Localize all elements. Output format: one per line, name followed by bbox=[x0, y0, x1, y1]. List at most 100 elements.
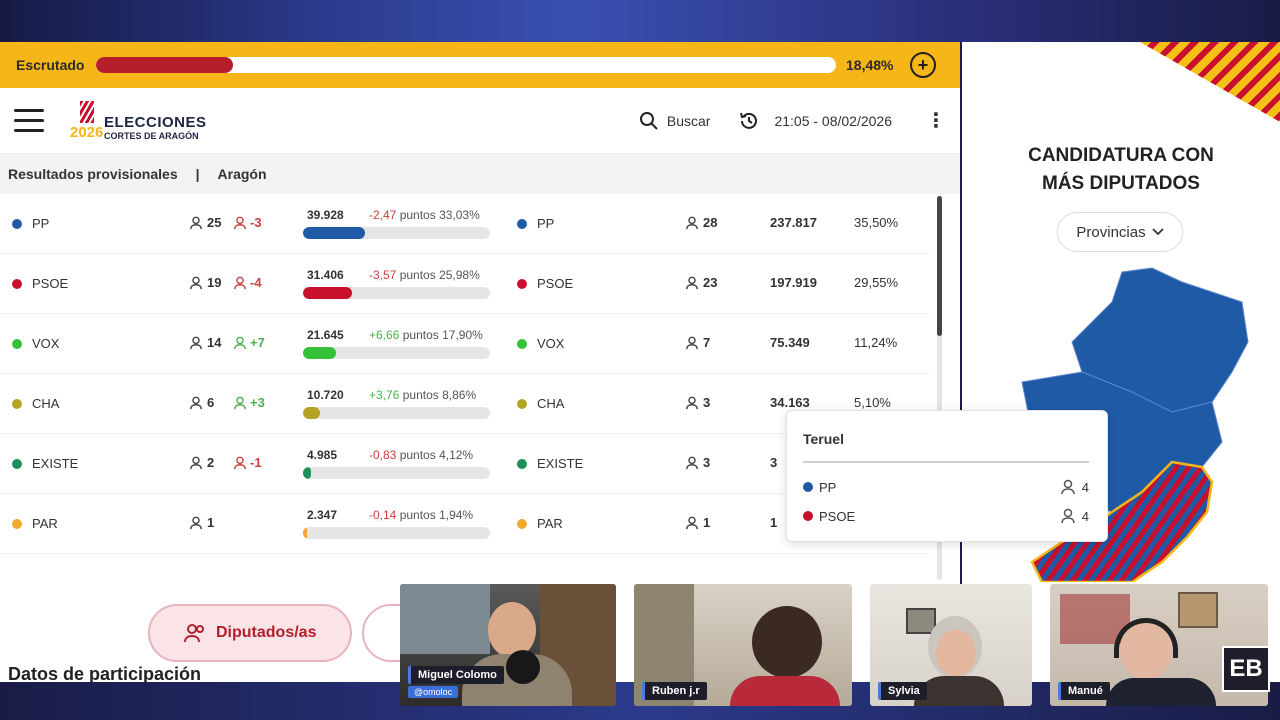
tooltip-party: PP bbox=[819, 479, 837, 495]
votes-count: 10.720 bbox=[307, 388, 344, 402]
participant-name: Sylvia bbox=[878, 682, 927, 700]
votes-change: -2,47 puntos 33,03% bbox=[369, 208, 480, 222]
vote-percent: 29,55% bbox=[854, 275, 899, 290]
provinces-dropdown-label: Provincias bbox=[1076, 223, 1146, 241]
scrutiny-label: Escrutado bbox=[16, 57, 85, 73]
party-name: VOX bbox=[537, 336, 565, 351]
chevron-down-icon bbox=[1151, 228, 1164, 236]
votes-change: -0,83 puntos 4,12% bbox=[369, 448, 474, 462]
scrutiny-progress bbox=[96, 57, 836, 73]
participant-face bbox=[488, 602, 536, 658]
participant-body bbox=[914, 676, 1004, 706]
breadcrumb-separator: | bbox=[195, 166, 200, 182]
breadcrumb-region[interactable]: Aragón bbox=[218, 166, 267, 182]
result-row[interactable]: VOX 14 +7 21.645 +6,66 puntos 17,90% VOX 7 75.3… bbox=[0, 314, 930, 374]
logo-subtitle: CORTES DE ARAGÓN bbox=[104, 130, 199, 141]
vote-share-fill bbox=[303, 287, 352, 299]
logo-title: ELECCIONES bbox=[104, 113, 207, 131]
scrutiny-bar: Escrutado 18,48% + bbox=[0, 42, 960, 88]
seats-count: 28 bbox=[685, 215, 717, 230]
vote-share-bar bbox=[303, 287, 490, 299]
tooltip-party: PSOE bbox=[819, 508, 856, 524]
search-label: Buscar bbox=[666, 112, 711, 129]
seats-count: 2 bbox=[189, 455, 214, 470]
video-tile-ruben[interactable]: Ruben j.r bbox=[634, 584, 852, 706]
menu-icon[interactable] bbox=[14, 109, 44, 132]
search-icon bbox=[639, 111, 658, 130]
seats-count: 7 bbox=[685, 335, 710, 350]
person-icon bbox=[234, 396, 246, 409]
vote-share-fill bbox=[303, 347, 337, 359]
province-tooltip: Teruel PP 4 PSOE 4 bbox=[786, 410, 1108, 542]
tooltip-title: Teruel bbox=[803, 431, 844, 447]
video-tile-miguel[interactable]: Miguel Colomo @omoloc bbox=[400, 584, 616, 706]
video-background-frame bbox=[1178, 592, 1218, 628]
person-icon bbox=[686, 336, 698, 349]
vote-percent: 5,10% bbox=[854, 395, 891, 410]
elections-logo[interactable]: 2026 ELECCIONES CORTES DE ARAGÓN bbox=[70, 100, 207, 141]
seats-change: +3 bbox=[233, 395, 265, 410]
seats-change: -1 bbox=[233, 455, 262, 470]
person-icon bbox=[686, 516, 698, 529]
party-color-dot bbox=[517, 459, 527, 469]
video-tile-sylvia[interactable]: Sylvia bbox=[870, 584, 1032, 706]
vote-share-fill bbox=[303, 227, 365, 239]
party-color-dot bbox=[12, 519, 22, 529]
result-row[interactable]: PSOE 19 -4 31.406 -3,57 puntos 25,98% PSOE 23 1… bbox=[0, 254, 930, 314]
party-name: PSOE bbox=[537, 276, 574, 291]
seats-count: 3 bbox=[685, 455, 710, 470]
result-row[interactable]: PP 25 -3 39.928 -2,47 puntos 33,03% PP 28 237.8… bbox=[0, 194, 930, 254]
more-options-icon[interactable]: ⋮ bbox=[926, 108, 946, 133]
vote-share-bar bbox=[303, 527, 490, 539]
person-icon bbox=[686, 276, 698, 289]
person-icon bbox=[190, 396, 202, 409]
participant-name: Miguel Colomo bbox=[408, 666, 504, 684]
tab-deputies[interactable]: Diputados/as bbox=[148, 604, 353, 662]
microphone-icon bbox=[506, 650, 540, 684]
votes-count: 3 bbox=[770, 455, 778, 470]
party-name: EXISTE bbox=[32, 456, 79, 471]
seats-count: 23 bbox=[685, 275, 717, 290]
participant-body bbox=[1106, 678, 1216, 706]
tooltip-seats: 4 bbox=[1081, 508, 1089, 524]
provinces-dropdown[interactable]: Provincias bbox=[1057, 212, 1183, 252]
expand-plus-icon[interactable]: + bbox=[910, 52, 936, 78]
person-icon bbox=[234, 336, 246, 349]
votes-count: 34.163 bbox=[770, 395, 810, 410]
tab-deputies-label: Diputados/as bbox=[216, 624, 317, 641]
party-color-dot bbox=[12, 339, 22, 349]
person-icon bbox=[190, 276, 202, 289]
update-time[interactable]: 21:05 - 08/02/2026 bbox=[738, 110, 892, 132]
party-color-dot bbox=[517, 339, 527, 349]
seats-count: 6 bbox=[189, 395, 214, 410]
participant-handle: @omoloc bbox=[408, 686, 459, 698]
logo-mark: 2026 bbox=[70, 100, 103, 141]
party-color-dot bbox=[517, 399, 527, 409]
votes-count: 197.919 bbox=[770, 275, 817, 290]
votes-count: 2.347 bbox=[307, 508, 338, 522]
seats-count: 14 bbox=[189, 335, 221, 350]
channel-logo: EB bbox=[1222, 646, 1270, 692]
breadcrumb-section[interactable]: Resultados provisionales bbox=[8, 166, 178, 182]
vote-share-bar bbox=[303, 407, 490, 419]
aragon-flag-corner bbox=[1140, 42, 1280, 122]
party-name: CHA bbox=[537, 396, 565, 411]
person-icon bbox=[190, 336, 202, 349]
result-row[interactable]: IU- MOVIMIENTO bbox=[0, 554, 930, 578]
party-name: PP bbox=[32, 216, 50, 231]
logo-stripes-icon bbox=[80, 100, 94, 123]
votes-count: 39.928 bbox=[307, 208, 344, 222]
participant-face bbox=[752, 606, 822, 678]
participant-face bbox=[936, 630, 976, 676]
votes-change: -0,14 puntos 1,94% bbox=[369, 508, 474, 522]
seats-count: 3 bbox=[685, 395, 710, 410]
person-icon bbox=[1061, 479, 1075, 495]
vote-share-fill bbox=[303, 407, 320, 419]
vote-percent: 35,50% bbox=[854, 215, 899, 230]
seats-count: 1 bbox=[189, 515, 214, 530]
seats-change: -4 bbox=[233, 275, 262, 290]
search-button[interactable]: Buscar bbox=[639, 111, 711, 131]
party-name: EXISTE bbox=[537, 456, 584, 471]
person-icon bbox=[234, 216, 246, 229]
seats-count: 25 bbox=[189, 215, 221, 230]
